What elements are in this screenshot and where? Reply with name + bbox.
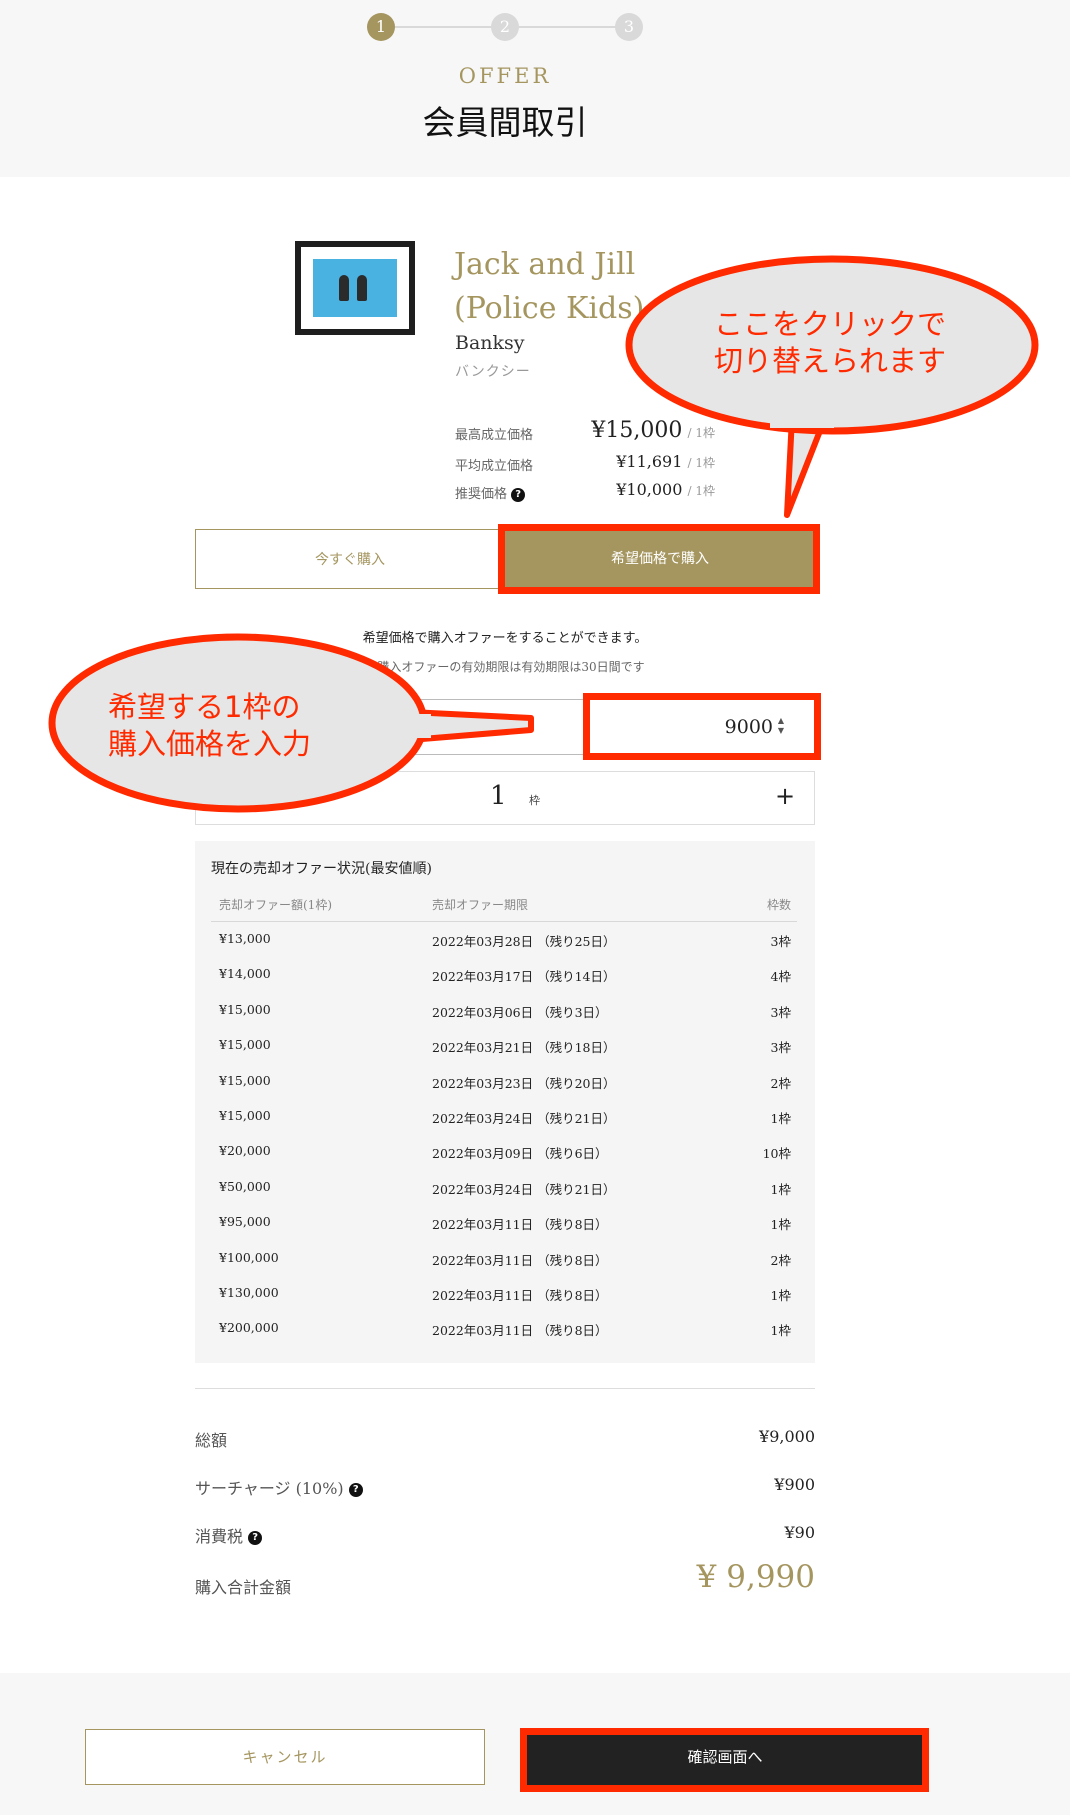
annotation-callouts	[48, 255, 1039, 813]
callout-text-price: 希望する1枠の 購入価格を入力	[108, 689, 388, 763]
callout-text-line: ここをクリックで	[713, 307, 946, 341]
callout-tail-join	[405, 714, 431, 738]
callout-text-line: 希望する1枠の	[108, 690, 301, 724]
callout-text-line: 切り替えられます	[713, 344, 946, 378]
callout-text-line: 購入価格を入力	[108, 727, 312, 761]
callout-text-tab: ここをクリックで 切り替えられます	[700, 306, 960, 380]
callout-tail-join	[770, 416, 834, 428]
